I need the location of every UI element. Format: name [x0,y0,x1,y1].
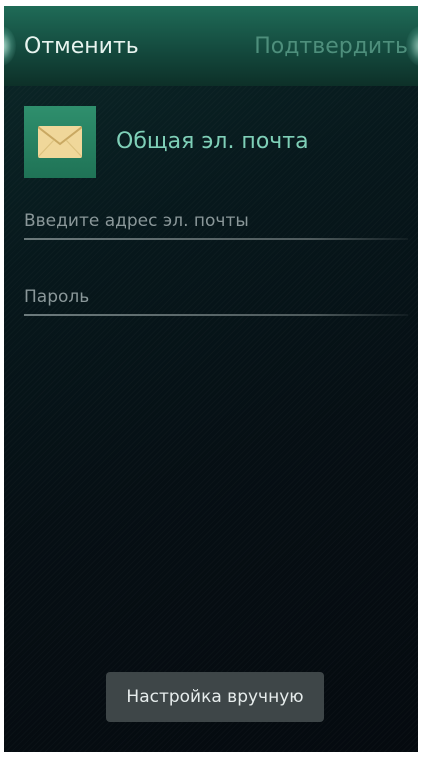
confirm-button[interactable]: Подтвердить [254,34,408,59]
manual-setup-button[interactable]: Настройка вручную [106,672,324,722]
account-type-title: Общая эл. почта [116,129,309,154]
cancel-button[interactable]: Отменить [24,34,139,59]
password-underline [24,314,408,316]
email-underline [24,238,408,240]
password-field [24,282,408,318]
top-bar: Отменить Подтвердить [4,6,418,86]
email-setup-screen: Отменить Подтвердить Общая эл. почта Нас… [4,6,418,752]
password-input[interactable] [24,282,408,312]
email-input[interactable] [24,206,408,236]
account-type-row: Общая эл. почта [24,106,404,178]
page-indicator-left [4,26,16,66]
mail-envelope-icon [24,106,96,178]
email-field [24,206,408,242]
